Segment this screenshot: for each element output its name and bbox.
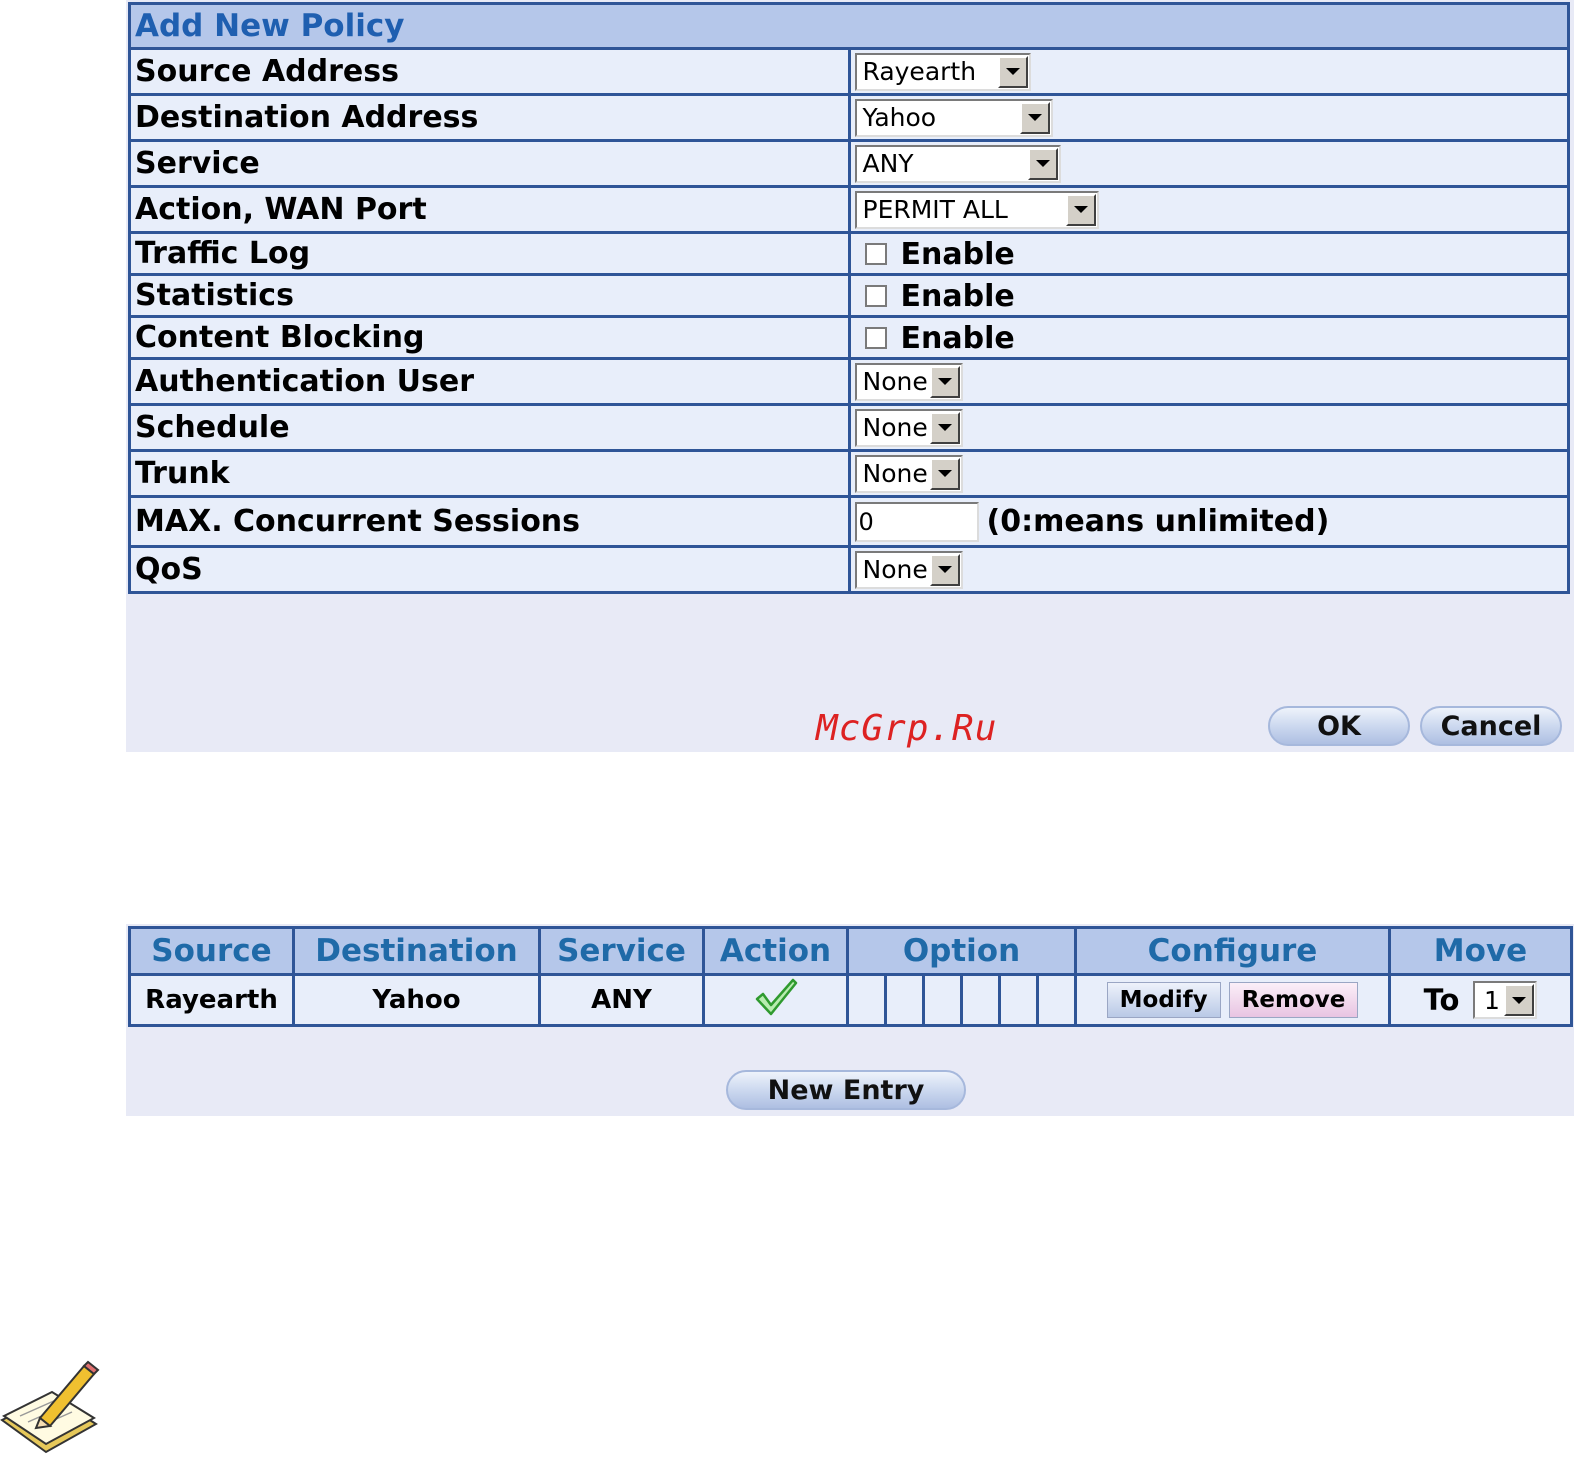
note-pencil-icon — [0, 1360, 100, 1454]
destination-address-value: Yahoo — [862, 103, 937, 132]
move-to-label: To — [1423, 983, 1460, 1017]
row-configure: Modify Remove — [1074, 973, 1391, 1027]
header-move: Move — [1388, 926, 1573, 976]
traffic-log-enable-label: Enable — [900, 236, 1015, 272]
content-blocking-checkbox[interactable] — [864, 327, 887, 349]
chevron-down-icon[interactable] — [1504, 984, 1535, 1016]
move-position-value: 1 — [1483, 985, 1500, 1015]
content-blocking-enable-label: Enable — [900, 320, 1015, 356]
table-row: Rayearth Yahoo ANY Modify Remove To 1 — [128, 973, 1573, 1027]
modify-button[interactable]: Modify — [1106, 982, 1221, 1018]
chevron-down-icon[interactable] — [929, 365, 960, 398]
row-source: Rayearth — [128, 973, 295, 1027]
header-option: Option — [846, 926, 1077, 976]
service-select[interactable]: ANY — [854, 144, 1061, 183]
max-sessions-label: MAX. Concurrent Sessions — [128, 495, 851, 548]
qos-select[interactable]: None — [854, 550, 963, 589]
action-wan-port-select[interactable]: PERMIT ALL — [854, 190, 1099, 229]
option-cell — [887, 976, 925, 1024]
source-address-label: Source Address — [128, 47, 851, 96]
cancel-button[interactable]: Cancel — [1420, 706, 1562, 746]
authentication-user-select[interactable]: None — [854, 362, 963, 401]
statistics-label: Statistics — [128, 273, 851, 318]
traffic-log-checkbox[interactable] — [864, 243, 887, 265]
chevron-down-icon[interactable] — [997, 55, 1028, 88]
header-service: Service — [538, 926, 705, 976]
option-cell — [849, 976, 887, 1024]
policy-list-panel: Source Destination Service Action Option… — [126, 924, 1574, 1116]
option-cell — [925, 976, 963, 1024]
watermark-text: McGrp.Ru — [816, 708, 998, 749]
authentication-user-label: Authentication User — [128, 357, 851, 406]
statistics-enable-label: Enable — [900, 278, 1015, 314]
chevron-down-icon[interactable] — [929, 553, 960, 586]
add-policy-panel: Add New Policy Source Address Rayearth D… — [126, 0, 1574, 752]
row-destination: Yahoo — [292, 973, 541, 1027]
service-label: Service — [128, 139, 851, 188]
policy-list-table: Source Destination Service Action Option… — [128, 926, 1573, 1027]
schedule-label: Schedule — [128, 403, 851, 452]
qos-value: None — [862, 555, 928, 584]
add-policy-table: Add New Policy Source Address Rayearth D… — [128, 2, 1570, 594]
chevron-down-icon[interactable] — [1019, 101, 1050, 134]
service-value: ANY — [862, 149, 914, 178]
action-wan-port-label: Action, WAN Port — [128, 185, 851, 234]
max-sessions-input[interactable]: 0 — [854, 501, 979, 542]
trunk-label: Trunk — [128, 449, 851, 498]
chevron-down-icon[interactable] — [929, 411, 960, 444]
schedule-select[interactable]: None — [854, 408, 963, 447]
chevron-down-icon[interactable] — [929, 457, 960, 490]
row-option — [846, 973, 1077, 1027]
max-sessions-hint: (0:means unlimited) — [986, 504, 1330, 539]
trunk-value: None — [862, 459, 928, 488]
content-blocking-label: Content Blocking — [128, 315, 851, 360]
row-move: To 1 — [1388, 973, 1573, 1027]
chevron-down-icon[interactable] — [1065, 193, 1096, 226]
header-source: Source — [128, 926, 295, 976]
row-service: ANY — [538, 973, 705, 1027]
destination-address-select[interactable]: Yahoo — [854, 98, 1053, 137]
remove-button[interactable]: Remove — [1228, 982, 1359, 1018]
authentication-user-value: None — [862, 367, 928, 396]
move-position-select[interactable]: 1 — [1473, 981, 1538, 1019]
trunk-select[interactable]: None — [854, 454, 963, 493]
destination-address-label: Destination Address — [128, 93, 851, 142]
header-destination: Destination — [292, 926, 541, 976]
header-action: Action — [702, 926, 849, 976]
header-configure: Configure — [1074, 926, 1391, 976]
qos-label: QoS — [128, 545, 851, 594]
checkmark-icon — [755, 978, 797, 1015]
option-cell — [963, 976, 1001, 1024]
chevron-down-icon[interactable] — [1027, 147, 1058, 180]
source-address-value: Rayearth — [862, 57, 977, 86]
row-action — [702, 973, 849, 1027]
source-address-select[interactable]: Rayearth — [854, 52, 1031, 91]
option-cell — [1039, 976, 1074, 1024]
table-header-row: Source Destination Service Action Option… — [128, 926, 1573, 976]
schedule-value: None — [862, 413, 928, 442]
traffic-log-label: Traffic Log — [128, 231, 851, 276]
action-wan-port-value: PERMIT ALL — [862, 195, 1008, 224]
statistics-checkbox[interactable] — [864, 285, 887, 307]
ok-button[interactable]: OK — [1268, 706, 1410, 746]
new-entry-button[interactable]: New Entry — [726, 1070, 966, 1110]
form-title: Add New Policy — [128, 2, 1570, 50]
option-cell — [1001, 976, 1039, 1024]
option-cells — [849, 976, 1074, 1024]
